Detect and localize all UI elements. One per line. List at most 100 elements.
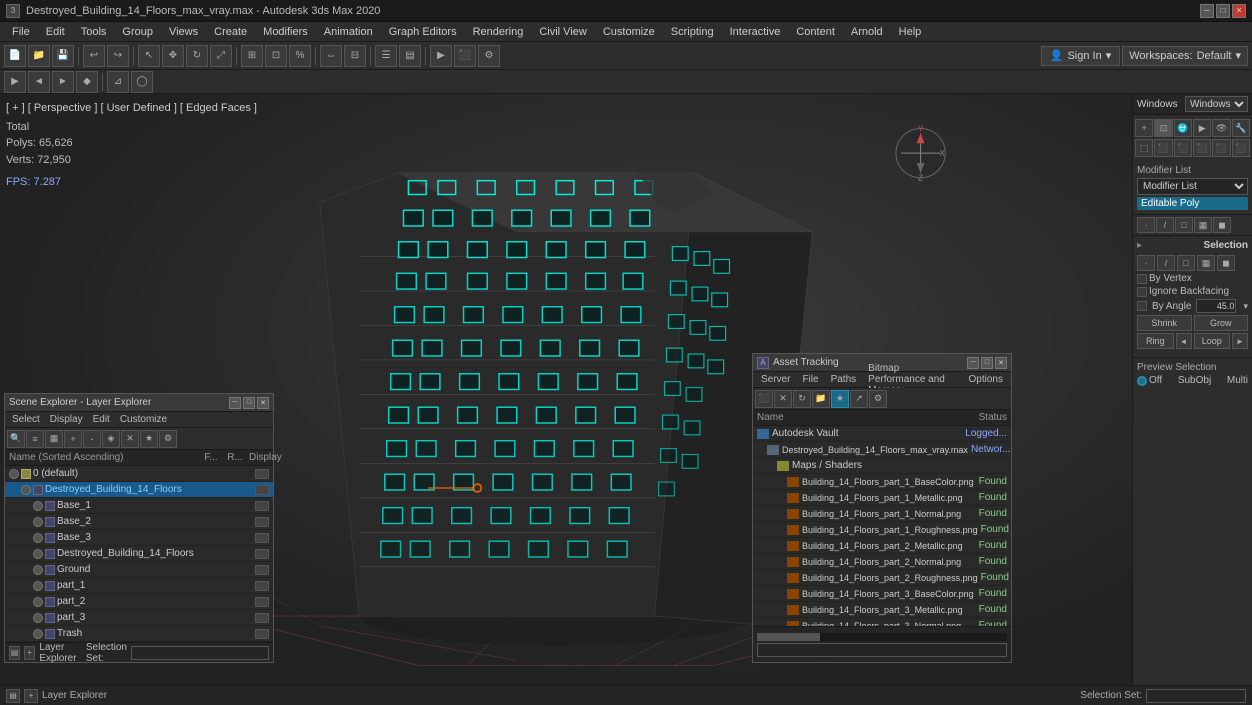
scene-explorer-win-controls[interactable]: ─ □ ✕ (229, 397, 269, 409)
menu-item-modifiers[interactable]: Modifiers (255, 24, 316, 40)
at-tool-btn4[interactable]: 📁 (812, 390, 830, 408)
se-maximize-button[interactable]: □ (243, 397, 255, 409)
at-item-img5[interactable]: Building_14_Floors_part_2_Metallic.png F… (753, 538, 1011, 554)
viewport[interactable]: [ + ] [ Perspective ] [ User Defined ] [… (0, 94, 1132, 685)
close-button[interactable]: ✕ (1232, 4, 1246, 18)
statusbar-icon1[interactable]: ▤ (6, 689, 20, 703)
menu-item-scripting[interactable]: Scripting (663, 24, 722, 40)
at-tool-btn2[interactable]: ✕ (774, 390, 792, 408)
at-scrollbar[interactable] (757, 633, 1007, 641)
viewport-btn5[interactable]: ⬛ (1212, 139, 1230, 157)
prev-frame-button[interactable]: ◄ (28, 71, 50, 93)
hierarchy-panel-btn[interactable]: ⛎ (1174, 119, 1192, 137)
create-panel-btn[interactable]: + (1135, 119, 1153, 137)
layer-button[interactable]: ☰ (375, 45, 397, 67)
ignore-bf-checkbox[interactable] (1137, 287, 1147, 297)
at-search-input[interactable] (757, 643, 1007, 657)
at-menu-server[interactable]: Server (755, 373, 796, 386)
isolate-button[interactable]: ◯ (131, 71, 153, 93)
se-item-base2[interactable]: Base_2 (5, 514, 273, 530)
viewport-btn6[interactable]: ⬛ (1232, 139, 1250, 157)
move-button[interactable]: ✥ (162, 45, 184, 67)
selection-set-field[interactable] (1146, 689, 1246, 703)
sel-icon-4[interactable]: ▦ (1197, 255, 1215, 271)
undo-button[interactable]: ↩ (83, 45, 105, 67)
se-item-ground[interactable]: Ground (5, 562, 273, 578)
menu-item-civil-view[interactable]: Civil View (531, 24, 594, 40)
sel-icon-5[interactable]: ◼ (1217, 255, 1235, 271)
menu-item-create[interactable]: Create (206, 24, 255, 40)
workspace-selector[interactable]: Workspaces: Default ▾ (1122, 46, 1248, 66)
menu-item-file[interactable]: File (4, 24, 38, 40)
se-select-all-button[interactable]: ▦ (45, 430, 63, 448)
utilities-panel-btn[interactable]: 🔧 (1232, 119, 1250, 137)
at-tool-btn1[interactable]: ⬛ (755, 390, 773, 408)
ring-arrow-btn[interactable]: ◄ (1176, 333, 1192, 349)
at-item-img3[interactable]: Building_14_Floors_part_1_Normal.png Fou… (753, 506, 1011, 522)
align-button[interactable]: ⊟ (344, 45, 366, 67)
at-item-maps-folder[interactable]: Maps / Shaders (753, 458, 1011, 474)
off-radio[interactable] (1137, 376, 1147, 386)
by-angle-input[interactable] (1196, 299, 1236, 313)
play-button[interactable]: ▶ (4, 71, 26, 93)
at-tool-btn6[interactable]: ↗ (850, 390, 868, 408)
angle-snap-button[interactable]: ⊡ (265, 45, 287, 67)
percent-snap-button[interactable]: % (289, 45, 311, 67)
sign-in-button[interactable]: 👤 Sign In ▾ (1041, 46, 1120, 66)
menu-item-animation[interactable]: Animation (316, 24, 381, 40)
render-button[interactable]: ▶ (430, 45, 452, 67)
by-vertex-checkbox[interactable] (1137, 274, 1147, 284)
win-controls[interactable]: ─ □ ✕ (1200, 4, 1246, 18)
at-minimize-button[interactable]: ─ (967, 357, 979, 369)
se-item-part2[interactable]: part_2 (5, 594, 273, 610)
sel-icon-2[interactable]: / (1157, 255, 1175, 271)
se-foot-btn2[interactable]: + (24, 646, 35, 660)
se-close-button[interactable]: ✕ (257, 397, 269, 409)
se-item-base3[interactable]: Base_3 (5, 530, 273, 546)
se-new-layer-button[interactable]: ◈ (102, 430, 120, 448)
mirror-button[interactable]: ⇔ (320, 45, 342, 67)
at-tool-btn3[interactable]: ↻ (793, 390, 811, 408)
se-delete-button[interactable]: ✕ (121, 430, 139, 448)
menu-item-arnold[interactable]: Arnold (843, 24, 891, 40)
at-item-img7[interactable]: Building_14_Floors_part_2_Roughness.png … (753, 570, 1011, 586)
menu-item-content[interactable]: Content (788, 24, 843, 40)
se-item-trash[interactable]: Trash (5, 626, 273, 642)
next-frame-button[interactable]: ► (52, 71, 74, 93)
by-angle-checkbox[interactable] (1137, 301, 1147, 311)
at-tool-btn7[interactable]: ⚙ (869, 390, 887, 408)
loop-button[interactable]: Loop (1194, 333, 1231, 349)
minimize-button[interactable]: ─ (1200, 4, 1214, 18)
filter-button[interactable]: ⊿ (107, 71, 129, 93)
sel-icon-3[interactable]: □ (1177, 255, 1195, 271)
at-menu-file[interactable]: File (796, 373, 824, 386)
se-item-base1[interactable]: Base_1 (5, 498, 273, 514)
at-item-main-file[interactable]: Destroyed_Building_14_Floors_max_vray.ma… (753, 442, 1011, 458)
se-menu-customize[interactable]: Customize (115, 413, 172, 426)
se-menu-display[interactable]: Display (45, 413, 88, 426)
border-mode-btn[interactable]: □ (1175, 217, 1193, 233)
se-foot-btn1[interactable]: ▤ (9, 646, 20, 660)
display-panel-btn[interactable]: 👁 (1212, 119, 1230, 137)
redo-button[interactable]: ↪ (107, 45, 129, 67)
scale-button[interactable]: ⤢ (210, 45, 232, 67)
statusbar-icon2[interactable]: + (24, 689, 38, 703)
vertex-mode-btn[interactable]: · (1137, 217, 1155, 233)
se-item-part3[interactable]: part_3 (5, 610, 273, 626)
render-frame-button[interactable]: ⬛ (454, 45, 476, 67)
modifier-list-dropdown[interactable]: Modifier List (1137, 178, 1248, 195)
rotate-button[interactable]: ↻ (186, 45, 208, 67)
new-button[interactable]: 📄 (4, 45, 26, 67)
at-item-vault[interactable]: Autodesk Vault Logged... (753, 426, 1011, 442)
se-highlight-button[interactable]: ★ (140, 430, 158, 448)
se-search-button[interactable]: 🔍 (7, 430, 25, 448)
at-maximize-button[interactable]: □ (981, 357, 993, 369)
viewport-btn4[interactable]: ⬛ (1193, 139, 1211, 157)
se-settings-button[interactable]: ⚙ (159, 430, 177, 448)
asset-tracking-list[interactable]: Autodesk Vault Logged... Destroyed_Build… (753, 426, 1011, 626)
at-menu-paths[interactable]: Paths (825, 373, 863, 386)
maximize-button[interactable]: □ (1216, 4, 1230, 18)
at-win-controls[interactable]: ─ □ ✕ (967, 357, 1007, 369)
at-item-img9[interactable]: Building_14_Floors_part_3_Metallic.png F… (753, 602, 1011, 618)
modify-panel-btn[interactable]: ⊡ (1154, 119, 1172, 137)
